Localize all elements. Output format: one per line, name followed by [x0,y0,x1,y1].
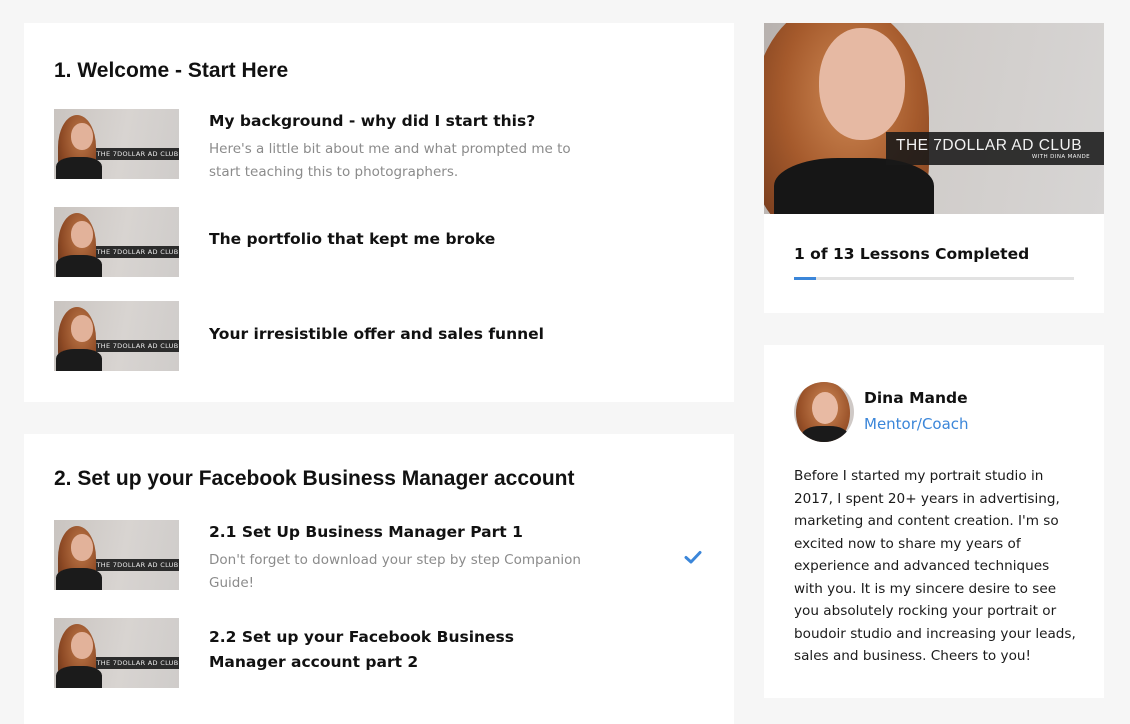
lesson-item[interactable]: THE 7DOLLAR AD CLUB 2.1 Set Up Business … [54,520,704,591]
progress-bar [794,277,1074,280]
author-card: Dina Mande Mentor/Coach Before I started… [764,345,1104,698]
lesson-thumbnail[interactable]: THE 7DOLLAR AD CLUB [54,301,179,371]
lesson-title[interactable]: My background - why did I start this? [209,109,535,134]
checkmark-icon [684,551,702,564]
author-bio: Before I started my portrait studio in 2… [794,468,1076,664]
author-role: Mentor/Coach [864,415,969,433]
progress-bar-fill [794,277,816,280]
course-brand-subtitle: WITH DINA MANDE [1031,154,1090,160]
lesson-title[interactable]: 2.1 Set Up Business Manager Part 1 [209,520,523,545]
lesson-thumbnail[interactable]: THE 7DOLLAR AD CLUB [54,109,179,179]
module-1-card: 1. Welcome - Start Here THE 7DOLLAR AD C… [24,23,734,402]
author-name: Dina Mande [864,389,968,407]
course-hero-image: THE 7DOLLAR AD CLUB WITH DINA MANDE [764,23,1104,214]
thumbnail-brand: THE 7DOLLAR AD CLUB [96,340,179,352]
thumbnail-brand: THE 7DOLLAR AD CLUB [96,657,179,669]
lesson-description: Don't forget to download your step by st… [209,552,581,591]
avatar [794,382,854,442]
lesson-item[interactable]: THE 7DOLLAR AD CLUB My background - why … [54,109,704,180]
lesson-description: Here's a little bit about me and what pr… [209,141,571,180]
lesson-thumbnail[interactable]: THE 7DOLLAR AD CLUB [54,618,179,688]
lesson-item[interactable]: THE 7DOLLAR AD CLUB Your irresistible of… [54,301,704,371]
module-2-card: 2. Set up your Facebook Business Manager… [24,434,734,724]
module-title: 2. Set up your Facebook Business Manager… [54,467,575,490]
thumbnail-brand: THE 7DOLLAR AD CLUB [96,148,179,160]
progress-text: 1 of 13 Lessons Completed [794,245,1030,263]
lesson-item[interactable]: THE 7DOLLAR AD CLUB 2.2 Set up your Face… [54,618,704,688]
lesson-title[interactable]: Your irresistible offer and sales funnel [209,322,544,347]
course-brand-title: THE 7DOLLAR AD CLUB [896,137,1083,154]
lesson-thumbnail[interactable]: THE 7DOLLAR AD CLUB [54,207,179,277]
lesson-title[interactable]: The portfolio that kept me broke [209,227,495,252]
thumbnail-brand: THE 7DOLLAR AD CLUB [96,246,179,258]
lesson-thumbnail[interactable]: THE 7DOLLAR AD CLUB [54,520,179,590]
lesson-title[interactable]: 2.2 Set up your Facebook Business Manage… [209,625,569,675]
course-brand-banner: THE 7DOLLAR AD CLUB WITH DINA MANDE [886,132,1104,165]
thumbnail-brand: THE 7DOLLAR AD CLUB [96,559,179,571]
lesson-item[interactable]: THE 7DOLLAR AD CLUB The portfolio that k… [54,207,704,277]
course-progress-card: THE 7DOLLAR AD CLUB WITH DINA MANDE 1 of… [764,23,1104,313]
module-title: 1. Welcome - Start Here [54,59,289,82]
